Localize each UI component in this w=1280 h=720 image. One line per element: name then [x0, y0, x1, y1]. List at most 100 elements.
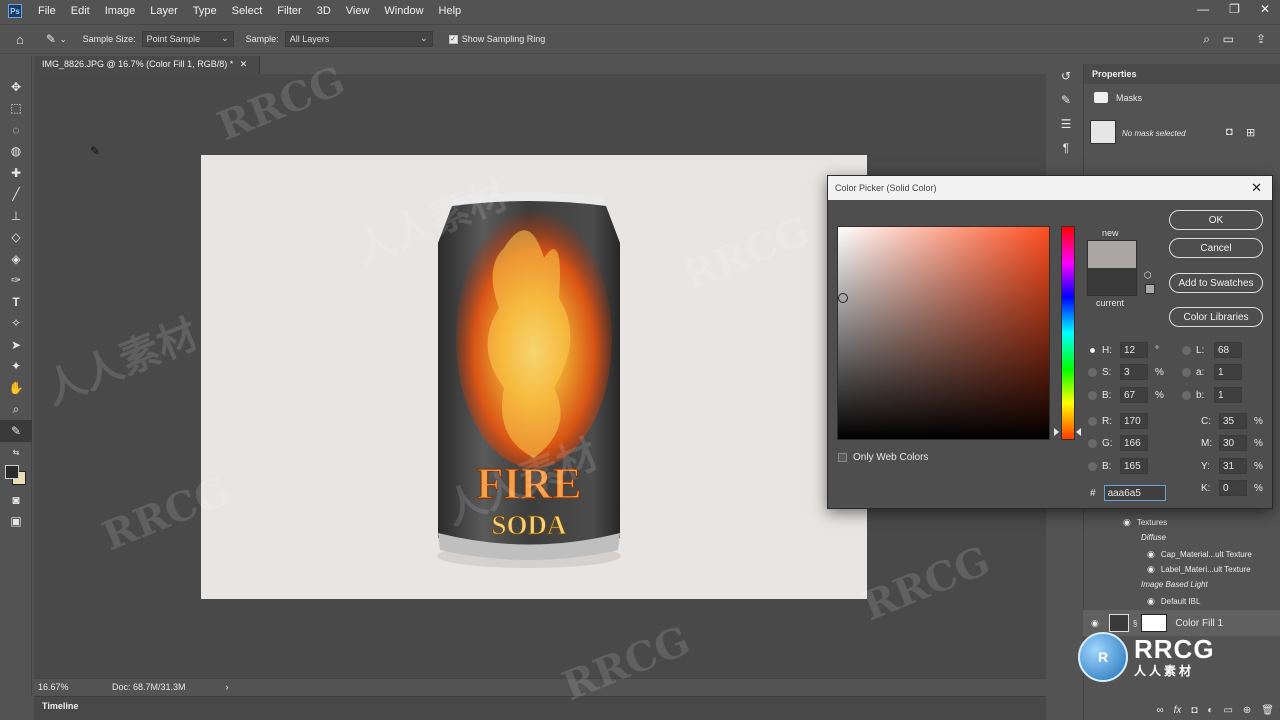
web-safe-swatch[interactable] [1145, 284, 1155, 294]
doc-size[interactable]: Doc: 68.7M/31.3M [112, 682, 186, 692]
document-tab[interactable]: IMG_8826.JPG @ 16.7% (Color Fill 1, RGB/… [34, 56, 260, 74]
close-tab-icon[interactable]: ✕ [240, 59, 248, 69]
pen-tool-icon[interactable]: ✑ [0, 270, 32, 292]
3d-tool-icon[interactable]: ✦ [0, 356, 32, 378]
magenta-input[interactable]: 30 [1219, 435, 1247, 451]
menu-select[interactable]: Select [232, 5, 263, 17]
green-input[interactable]: 166 [1120, 435, 1148, 451]
paragraph-icon[interactable]: ¶ [1052, 136, 1080, 160]
adjustment-layer-icon[interactable]: ◐ [1207, 705, 1213, 716]
search-icon[interactable]: ⌕ [1203, 32, 1210, 47]
pixel-mask-icon[interactable]: ◘ [1226, 126, 1233, 138]
cancel-button[interactable]: Cancel [1169, 238, 1263, 258]
saturation-input[interactable]: 3 [1120, 364, 1148, 380]
share-icon[interactable]: ⇪ [1256, 32, 1266, 46]
lab-b-radio[interactable] [1182, 390, 1191, 400]
menu-image[interactable]: Image [105, 5, 136, 17]
group-icon[interactable]: ▭ [1223, 705, 1232, 716]
direct-select-icon[interactable]: ➤ [0, 334, 32, 356]
restore-icon[interactable]: ❐ [1229, 2, 1240, 16]
brightness-radio[interactable] [1088, 390, 1097, 400]
add-to-swatches-button[interactable]: Add to Swatches [1169, 273, 1263, 293]
menu-view[interactable]: View [346, 5, 370, 17]
only-web-colors-row[interactable]: Only Web Colors [838, 452, 928, 463]
lab-b-input[interactable]: 1 [1214, 387, 1242, 403]
clone-stamp-icon[interactable]: ⊥ [0, 205, 32, 227]
eraser-tool-icon[interactable]: ◇ [0, 227, 32, 249]
layer-label-texture[interactable]: ◉ Label_Materi...ult Texture [1083, 564, 1251, 575]
screen-mode-icon[interactable]: ▣ [0, 511, 32, 533]
zoom-level[interactable]: 16.67% [38, 682, 112, 692]
visibility-eye-icon[interactable]: ◉ [1147, 564, 1155, 575]
vector-mask-icon[interactable]: ⊞ [1246, 126, 1255, 139]
visibility-eye-icon[interactable]: ◉ [1091, 618, 1099, 629]
close-window-icon[interactable]: ✕ [1260, 2, 1270, 16]
black-input[interactable]: 0 [1219, 480, 1247, 496]
menu-layer[interactable]: Layer [150, 5, 178, 17]
lightness-radio[interactable] [1182, 345, 1191, 355]
menu-type[interactable]: Type [193, 5, 217, 17]
only-web-colors-checkbox[interactable] [838, 453, 847, 462]
lab-a-input[interactable]: 1 [1214, 364, 1242, 380]
brush-settings-icon[interactable]: ✎ [1052, 88, 1080, 112]
visibility-eye-icon[interactable]: ◉ [1147, 549, 1155, 560]
gamut-cube-icon[interactable]: ⬡ [1144, 270, 1152, 281]
menu-filter[interactable]: Filter [277, 5, 301, 17]
hex-input[interactable]: aaa6a5 [1103, 485, 1166, 501]
hue-slider-left-arrow[interactable] [1054, 428, 1059, 436]
lasso-tool-icon[interactable]: ◌ [0, 119, 32, 141]
current-color-swatch[interactable] [1087, 268, 1137, 296]
link-layers-icon[interactable]: ∞ [1156, 705, 1163, 716]
hue-radio[interactable] [1088, 345, 1097, 355]
hue-input[interactable]: 12 [1120, 342, 1148, 358]
eyedropper-preset-icon[interactable]: ✎ [46, 32, 56, 46]
menu-3d[interactable]: 3D [317, 5, 331, 17]
mask-thumbnail[interactable] [1090, 120, 1116, 144]
blue-input[interactable]: 165 [1120, 458, 1148, 474]
marquee-tool-icon[interactable]: ⬚ [0, 98, 32, 120]
saturation-brightness-field[interactable] [837, 226, 1050, 440]
lightness-input[interactable]: 68 [1214, 342, 1242, 358]
menu-window[interactable]: Window [384, 5, 423, 17]
color-selector-ring[interactable] [838, 293, 848, 303]
hand-tool-icon[interactable]: ✋ [0, 377, 32, 399]
layer-textures[interactable]: ◉ Textures [1083, 517, 1167, 528]
properties-header[interactable]: Properties [1084, 64, 1280, 84]
sample-select[interactable]: All Layers ⌄ [284, 31, 433, 47]
preset-chevron-icon[interactable]: ⌄ [60, 35, 67, 44]
ok-button[interactable]: OK [1169, 210, 1263, 230]
menu-file[interactable]: File [38, 5, 56, 17]
green-radio[interactable] [1088, 438, 1097, 448]
hue-slider[interactable] [1061, 226, 1075, 440]
new-layer-icon[interactable]: ⊕ [1243, 705, 1251, 716]
home-icon[interactable]: ⌂ [16, 32, 24, 47]
document-canvas[interactable]: FIRE SODA [201, 155, 867, 599]
type-tool-icon[interactable]: T [0, 291, 32, 313]
red-input[interactable]: 170 [1120, 413, 1148, 429]
menu-help[interactable]: Help [439, 5, 462, 17]
path-select-icon[interactable]: ✧ [0, 313, 32, 335]
quick-mask-icon[interactable]: ◙ [0, 489, 32, 511]
dialog-title-bar[interactable]: Color Picker (Solid Color) ✕ [828, 176, 1272, 200]
adjustments-icon[interactable]: ☰ [1052, 112, 1080, 136]
history-icon[interactable]: ↺ [1052, 64, 1080, 88]
quick-select-tool-icon[interactable]: ◍ [0, 141, 32, 163]
hue-slider-right-arrow[interactable] [1076, 428, 1081, 436]
visibility-eye-icon[interactable]: ◉ [1147, 596, 1155, 607]
add-mask-icon[interactable]: ◘ [1191, 705, 1197, 716]
visibility-eye-icon[interactable]: ◉ [1123, 517, 1131, 528]
move-tool-icon[interactable]: ✥ [0, 76, 32, 98]
brightness-input[interactable]: 67 [1120, 387, 1148, 403]
zoom-tool-icon[interactable]: ⌕ [0, 399, 32, 421]
blue-radio[interactable] [1088, 461, 1097, 471]
saturation-radio[interactable] [1088, 367, 1097, 377]
sample-size-select[interactable]: Point Sample ⌄ [141, 31, 234, 47]
layer-default-ibl[interactable]: ◉ Default IBL [1083, 596, 1200, 607]
trash-icon[interactable]: 🗑 [1261, 705, 1274, 716]
fx-icon[interactable]: fx [1174, 705, 1182, 716]
color-libraries-button[interactable]: Color Libraries [1169, 307, 1263, 327]
foreground-background-colors[interactable] [0, 463, 32, 489]
paint-bucket-icon[interactable]: ◈ [0, 248, 32, 270]
brush-tool-icon[interactable]: ╱ [0, 184, 32, 206]
minimize-icon[interactable]: — [1197, 2, 1209, 16]
